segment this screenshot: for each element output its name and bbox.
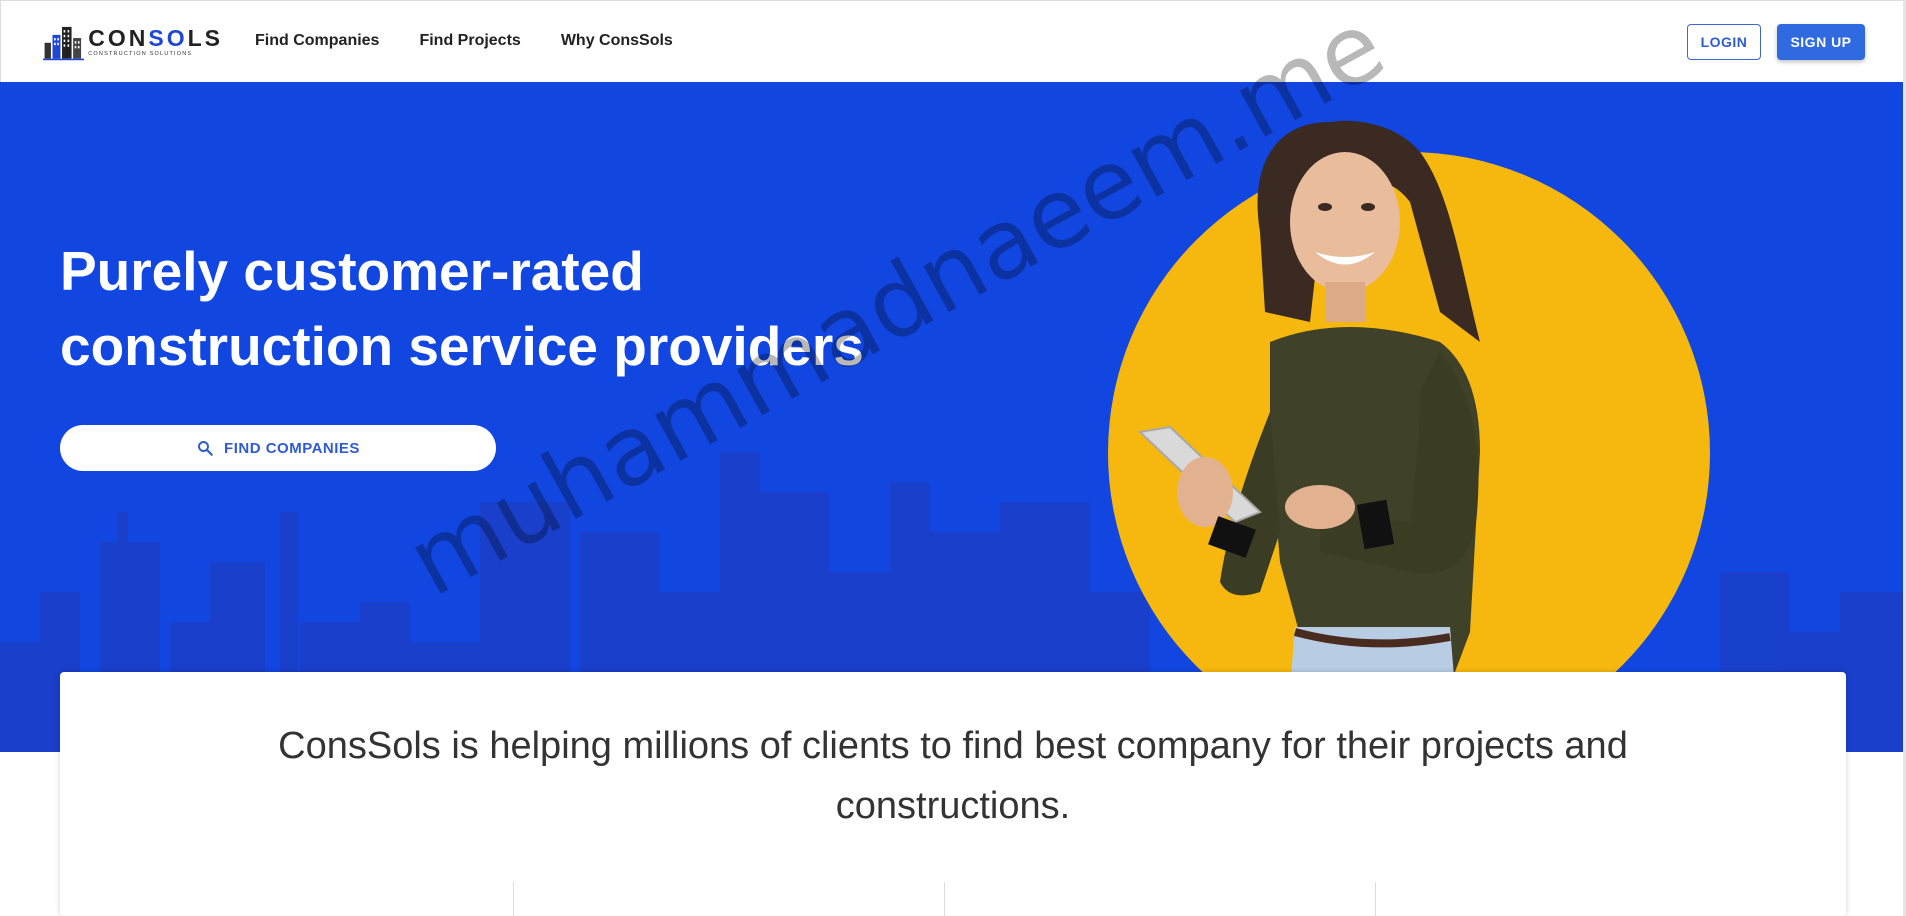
nav-why-conssols[interactable]: Why ConsSols bbox=[561, 32, 673, 50]
building-logo-icon bbox=[43, 26, 85, 61]
nav-find-companies[interactable]: Find Companies bbox=[255, 32, 379, 50]
nav-find-projects[interactable]: Find Projects bbox=[419, 32, 520, 50]
login-button[interactable]: LOGIN bbox=[1687, 24, 1761, 60]
find-companies-button[interactable]: FIND COMPANIES bbox=[60, 425, 496, 471]
consols-logo[interactable]: CONSOLS CONSTRUCTION SOLUTIONS bbox=[43, 19, 223, 65]
column-divider bbox=[513, 882, 514, 916]
hero-heading-line-1: Purely customer-rated bbox=[60, 240, 644, 302]
info-card-text: ConsSols is helping millions of clients … bbox=[278, 725, 1628, 827]
column-divider bbox=[1375, 882, 1376, 916]
top-header: CONSOLS CONSTRUCTION SOLUTIONS Find Comp… bbox=[0, 0, 1906, 82]
woman-with-tablet-image bbox=[1137, 120, 1480, 752]
search-icon bbox=[198, 441, 213, 456]
hero-heading: Purely customer-rated construction servi… bbox=[60, 234, 960, 384]
logo-tagline: CONSTRUCTION SOLUTIONS bbox=[88, 51, 193, 57]
signup-button[interactable]: SIGN UP bbox=[1777, 24, 1865, 60]
logo-text: CONSOLS CONSTRUCTION SOLUTIONS bbox=[88, 26, 223, 58]
info-card: ConsSols is helping millions of clients … bbox=[60, 672, 1846, 916]
logo-wordmark: CONSOLS bbox=[88, 25, 223, 51]
hero-section: Purely customer-rated construction servi… bbox=[0, 82, 1906, 752]
hero-heading-line-2: construction service providers bbox=[60, 315, 864, 377]
find-companies-label: FIND COMPANIES bbox=[224, 439, 360, 457]
main-nav: Find Companies Find Projects Why ConsSol… bbox=[255, 32, 673, 50]
column-divider bbox=[944, 882, 945, 916]
